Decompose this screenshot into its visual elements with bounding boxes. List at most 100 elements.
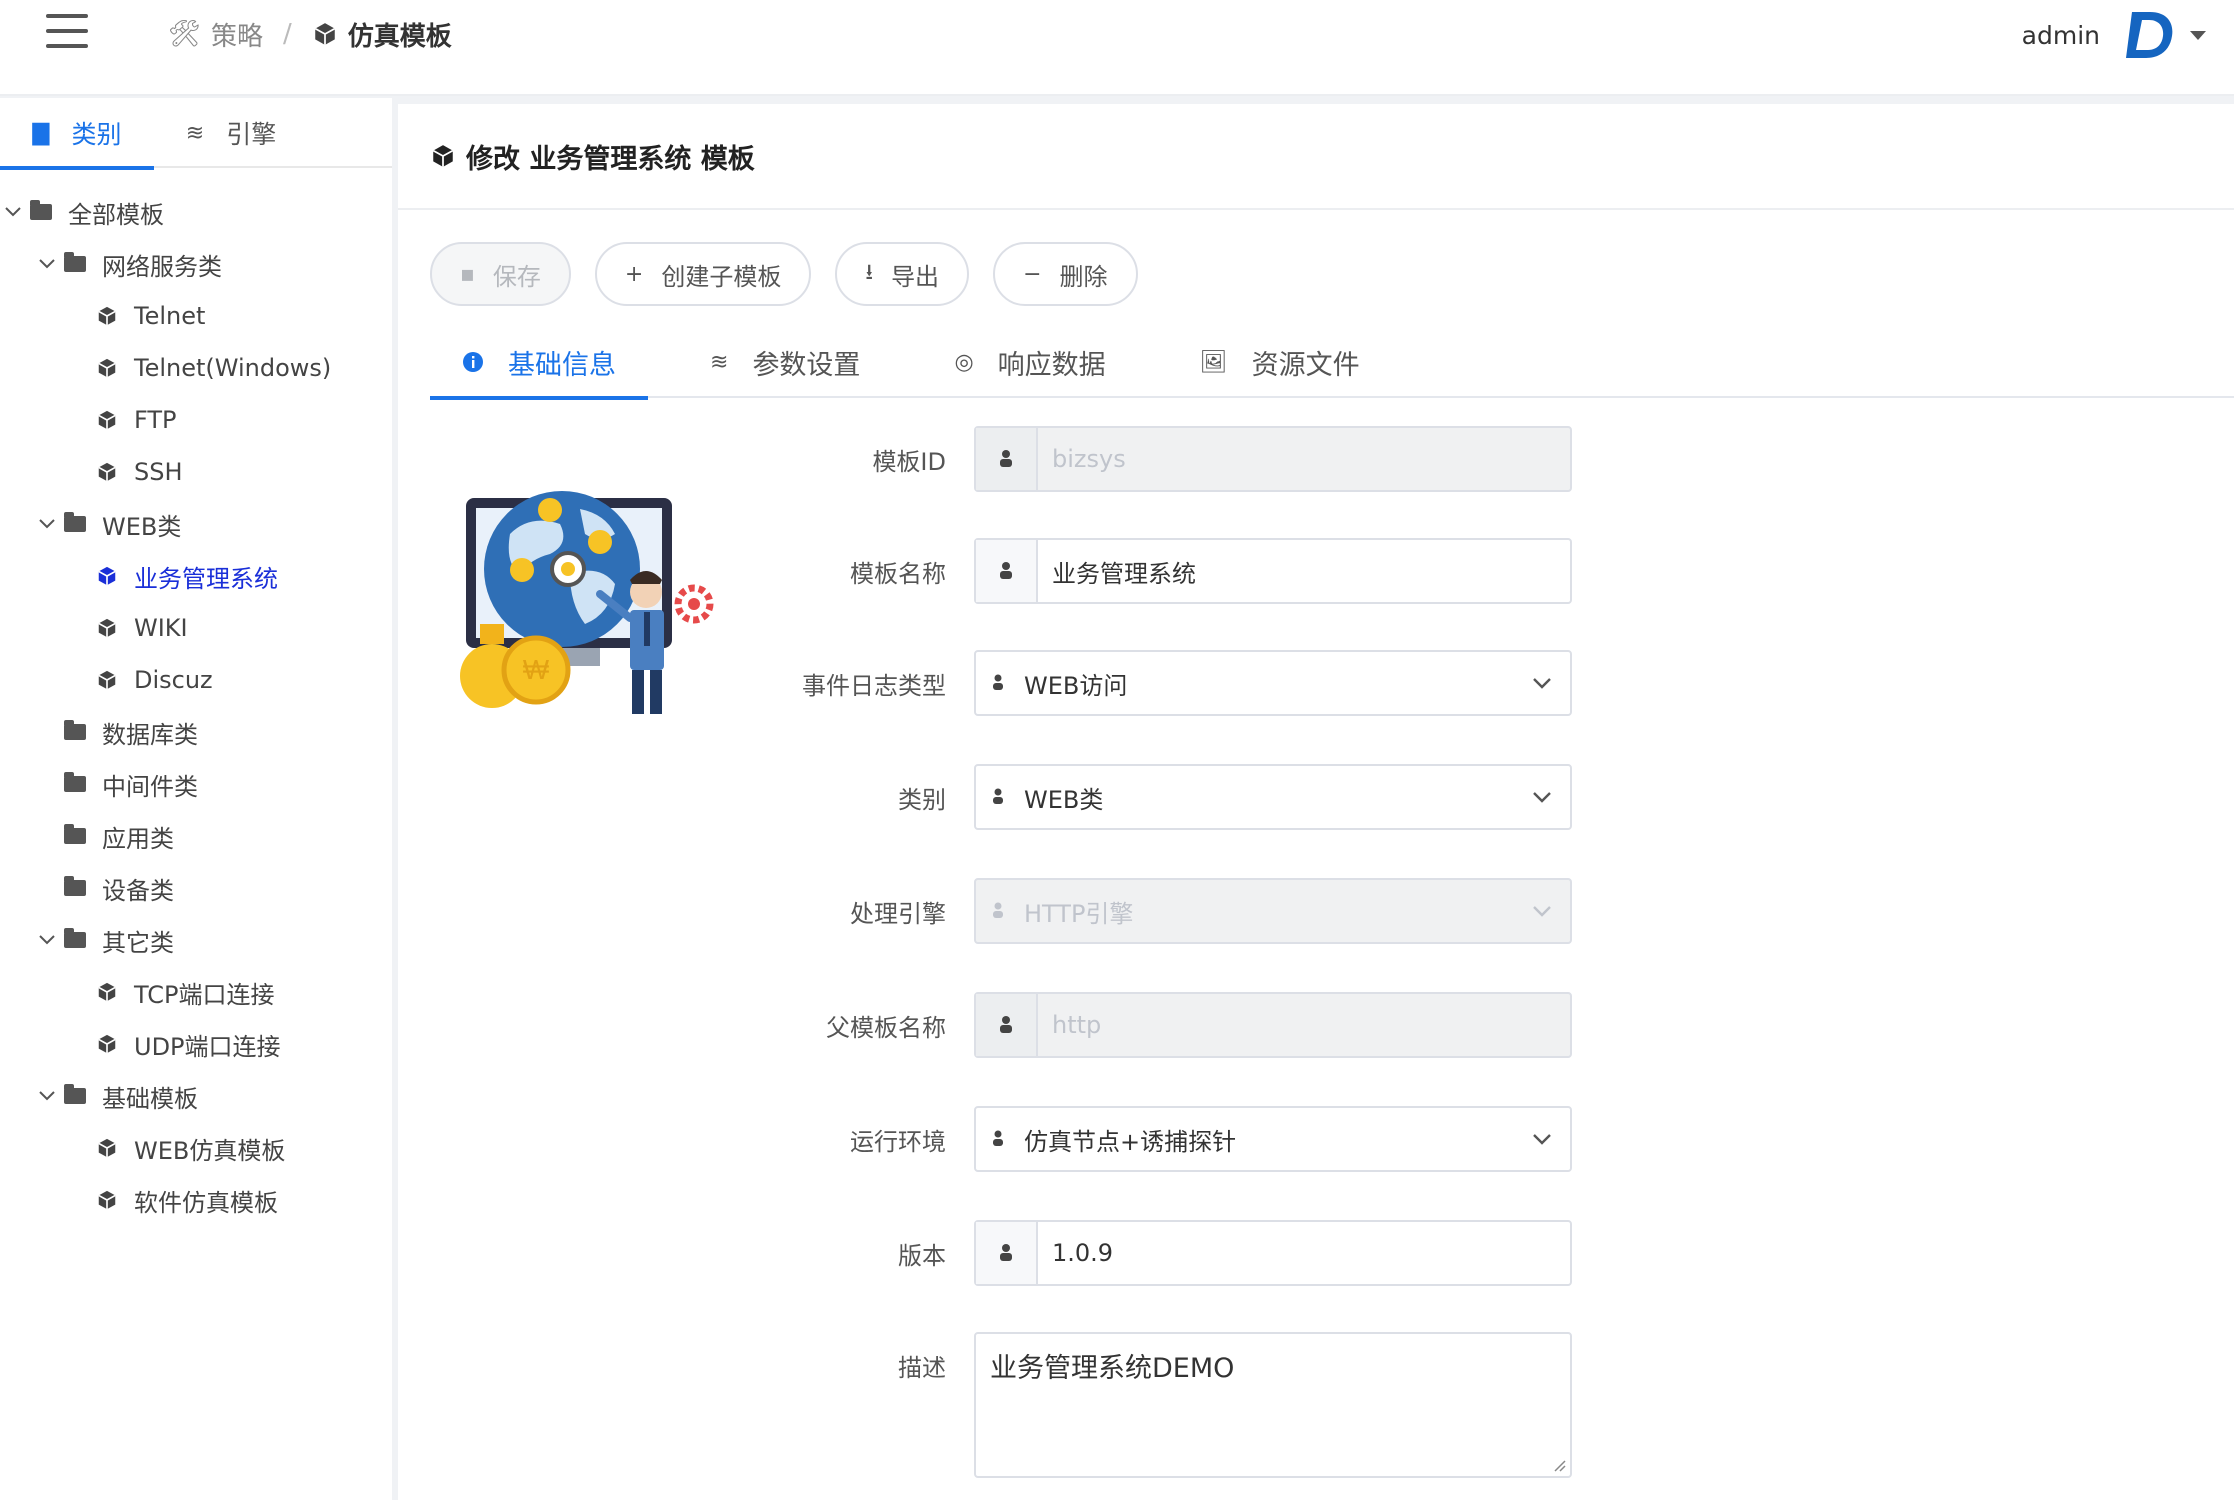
create-child-template-button[interactable]: + 创建子模板: [594, 242, 812, 306]
info-icon: [463, 352, 483, 372]
chevron-down-icon[interactable]: [36, 935, 58, 945]
form-row-template-id: 模板ID bizsys: [398, 426, 1598, 492]
page-title: 修改 业务管理系统 模板: [398, 104, 2234, 210]
tree-folder[interactable]: 应用类: [0, 810, 392, 862]
tab-parameters[interactable]: ≋ 参数设置: [678, 326, 892, 398]
save-button-label: 保存: [492, 262, 541, 291]
chevron-down-icon[interactable]: [1514, 677, 1570, 689]
tab-resource-files[interactable]: 🖼 资源文件: [1168, 326, 1392, 398]
tab-engine[interactable]: ≋ 引擎: [154, 98, 308, 168]
delete-button[interactable]: − 删除: [993, 242, 1138, 306]
folder-icon: [64, 824, 86, 844]
chevron-down-icon[interactable]: [1514, 1133, 1570, 1145]
username[interactable]: admin: [2022, 21, 2100, 50]
parent-template-label: 父模板名称: [826, 1013, 946, 1042]
description-value[interactable]: 业务管理系统DEMO: [990, 1346, 1234, 1385]
form-row-event-log-type: 事件日志类型 WEB访问: [398, 650, 1598, 716]
tree-folder[interactable]: WEB类: [0, 498, 392, 550]
form-row-engine: 处理引擎 HTTP引擎: [398, 878, 1598, 944]
tree-item[interactable]: Discuz: [0, 654, 392, 706]
parent-template-value: http: [1052, 1011, 1102, 1039]
tree-item[interactable]: 业务管理系统: [0, 550, 392, 602]
tree-item[interactable]: WEB仿真模板: [0, 1122, 392, 1174]
tree-folder[interactable]: 全部模板: [0, 186, 392, 238]
breadcrumb-item-strategy[interactable]: 策略: [211, 16, 263, 53]
export-button[interactable]: ⭳ 导出: [835, 242, 970, 306]
chevron-down-icon[interactable]: [36, 1091, 58, 1101]
description-label: 描述: [898, 1353, 946, 1382]
tab-parameters-label: 参数设置: [752, 349, 861, 381]
tab-category[interactable]: ▇ 类别: [0, 98, 154, 170]
menu-toggle-icon[interactable]: [46, 14, 88, 48]
sidebar: ▇ 类别 ≋ 引擎 全部模板 网络服务类 Telnet Telnet(Windows)…: [0, 98, 392, 1500]
tree-node-label: Telnet(Windows): [134, 354, 332, 382]
tree-item[interactable]: FTP: [0, 394, 392, 446]
tab-response-data[interactable]: ◎ 响应数据: [922, 326, 1137, 398]
top-header: 🛠 策略 / 仿真模板 admin: [0, 0, 2234, 96]
folder-icon: [64, 928, 86, 948]
cube-icon: [96, 1033, 118, 1055]
template-name-value[interactable]: 业务管理系统: [1038, 554, 1196, 589]
folder-icon: [64, 512, 86, 532]
event-log-type-value: WEB访问: [1024, 671, 1128, 700]
tree-item[interactable]: TCP端口连接: [0, 966, 392, 1018]
chevron-down-icon[interactable]: [36, 259, 58, 269]
layers-icon: ≋: [710, 349, 729, 375]
tree-item[interactable]: SSH: [0, 446, 392, 498]
save-button[interactable]: ▪ 保存: [430, 242, 571, 306]
chevron-down-icon[interactable]: [1514, 791, 1570, 803]
template-id-label: 模板ID: [872, 447, 946, 476]
tree-node-label: WEB仿真模板: [134, 1136, 286, 1165]
breadcrumb: 🛠 策略 / 仿真模板: [168, 14, 452, 54]
download-icon: ⭳: [865, 260, 874, 285]
cube-icon: [96, 565, 118, 587]
create-child-label: 创建子模板: [661, 262, 782, 291]
sidebar-tabs: ▇ 类别 ≋ 引擎: [0, 98, 392, 170]
page-title-text: 修改 业务管理系统 模板: [466, 143, 755, 175]
chevron-down-icon[interactable]: [36, 519, 58, 529]
form-row-parent-template: 父模板名称 http: [398, 992, 1598, 1058]
tree-folder[interactable]: 其它类: [0, 914, 392, 966]
event-log-type-select[interactable]: WEB访问: [974, 650, 1572, 716]
tree-folder[interactable]: 设备类: [0, 862, 392, 914]
tree-item[interactable]: UDP端口连接: [0, 1018, 392, 1070]
tree-folder[interactable]: 中间件类: [0, 758, 392, 810]
export-label: 导出: [891, 262, 940, 291]
tree-folder[interactable]: 数据库类: [0, 706, 392, 758]
cube-icon: [96, 669, 118, 691]
user-icon: [976, 880, 1020, 942]
user-menu[interactable]: admin: [2022, 8, 2206, 62]
resize-handle-icon[interactable]: [1552, 1458, 1566, 1472]
template-name-field[interactable]: 业务管理系统: [974, 538, 1572, 604]
tree-folder[interactable]: 基础模板: [0, 1070, 392, 1122]
tree-folder[interactable]: 网络服务类: [0, 238, 392, 290]
tree-node-label: 中间件类: [102, 772, 198, 801]
breadcrumb-separator: /: [283, 19, 292, 49]
runtime-env-select[interactable]: 仿真节点+诱捕探针: [974, 1106, 1572, 1172]
template-id-value: bizsys: [1052, 445, 1126, 473]
chevron-down-icon[interactable]: [2, 207, 24, 217]
user-icon: [976, 540, 1038, 602]
category-select[interactable]: WEB类: [974, 764, 1572, 830]
layers-icon: ≋: [185, 120, 205, 146]
tree-item[interactable]: Telnet: [0, 290, 392, 342]
tree-node-label: 软件仿真模板: [134, 1188, 278, 1217]
engine-label: 处理引擎: [850, 899, 946, 928]
tree-item[interactable]: 软件仿真模板: [0, 1174, 392, 1226]
engine-value: HTTP引擎: [1024, 899, 1134, 928]
tree-item[interactable]: Telnet(Windows): [0, 342, 392, 394]
save-icon: ▪: [460, 261, 475, 287]
version-field[interactable]: 1.0.9: [974, 1220, 1572, 1286]
target-icon: ◎: [954, 349, 974, 375]
tree-node-label: FTP: [134, 406, 177, 434]
tab-resource-files-label: 资源文件: [1251, 349, 1360, 381]
tree-item[interactable]: WIKI: [0, 602, 392, 654]
tree-node-label: 业务管理系统: [134, 564, 278, 593]
version-value[interactable]: 1.0.9: [1038, 1239, 1113, 1267]
cube-icon: [432, 145, 454, 167]
tab-basic-info[interactable]: 基础信息: [430, 326, 648, 400]
chevron-down-icon[interactable]: [2190, 30, 2206, 40]
tab-category-label: 类别: [71, 120, 122, 149]
tree-node-label: 应用类: [102, 824, 174, 853]
description-textarea[interactable]: 业务管理系统DEMO: [974, 1332, 1572, 1478]
